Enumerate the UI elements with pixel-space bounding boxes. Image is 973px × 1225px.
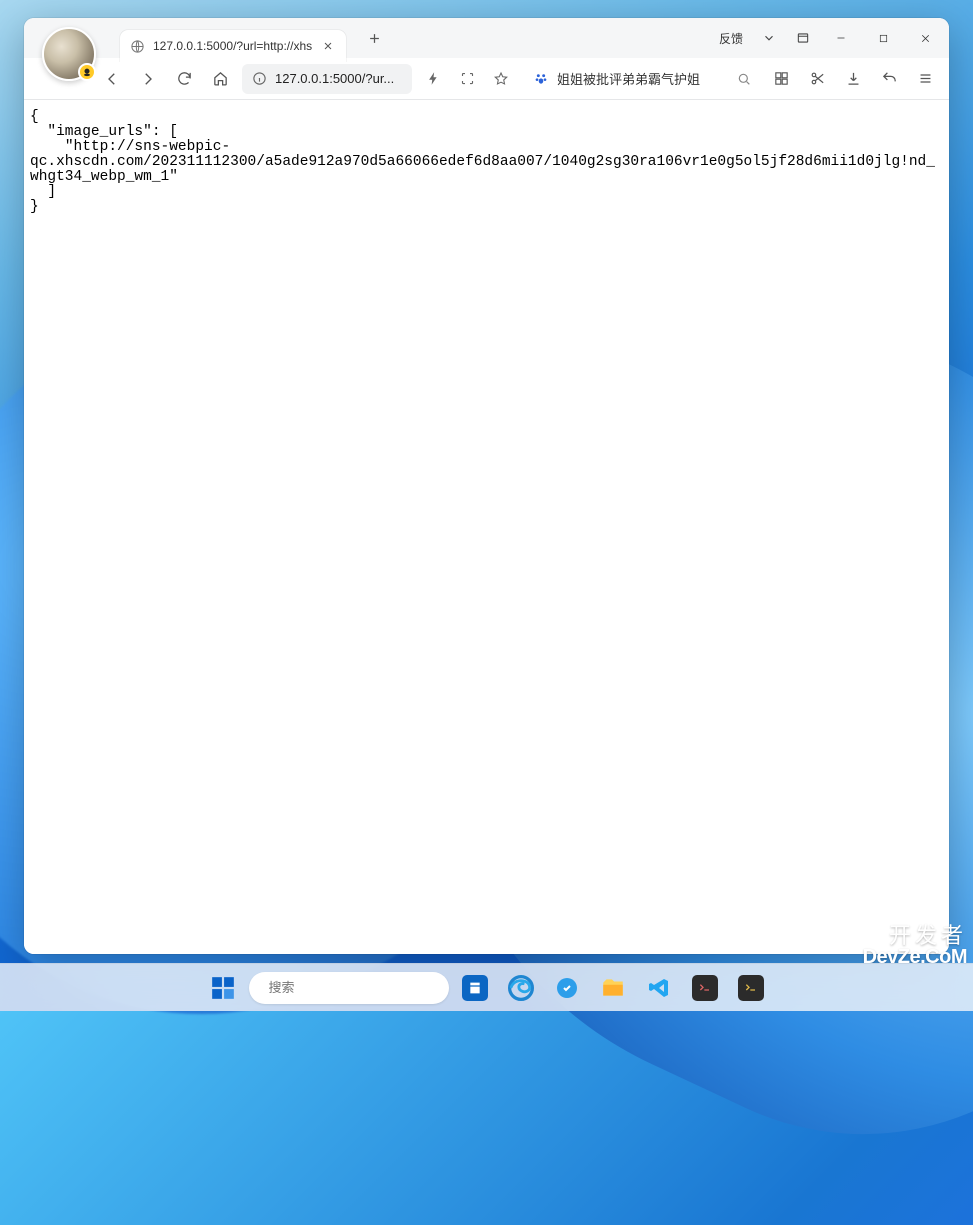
reload-button[interactable] [170, 65, 198, 93]
qq-badge-icon [78, 63, 96, 81]
browser-titlebar: 127.0.0.1:5000/?url=http://xhs 反馈 [24, 18, 949, 58]
taskbar-app-vscode[interactable] [639, 968, 679, 1008]
taskbar-app-security[interactable] [547, 968, 587, 1008]
flash-icon[interactable] [420, 66, 446, 92]
taskbar-app-edge[interactable] [501, 968, 541, 1008]
baidu-paw-icon [533, 71, 549, 87]
url-input[interactable]: 127.0.0.1:5000/?ur... [242, 64, 412, 94]
window-close-button[interactable] [905, 18, 945, 58]
windows-taskbar [0, 963, 973, 1011]
window-minimize-button[interactable] [821, 18, 861, 58]
taskbar-app-terminal-2[interactable] [731, 968, 771, 1008]
profile-avatar[interactable] [42, 27, 96, 81]
download-icon[interactable] [839, 65, 867, 93]
watermark: 开发者 DevZe.CoM [863, 925, 967, 967]
taskbar-app-terminal-1[interactable] [685, 968, 725, 1008]
feedback-button[interactable]: 反馈 [711, 30, 751, 47]
taskbar-search-input[interactable] [269, 980, 445, 995]
chevron-down-icon[interactable] [753, 24, 785, 52]
page-content: { "image_urls": [ "http://sns-webpic- qc… [24, 100, 949, 954]
scan-icon[interactable] [454, 66, 480, 92]
menu-icon[interactable] [911, 65, 939, 93]
search-suggestion-text: 姐姐被批评弟弟霸气护姐 [557, 69, 728, 88]
nav-forward-button[interactable] [134, 65, 162, 93]
search-icon[interactable] [736, 71, 752, 87]
titlebar-actions: 反馈 [711, 18, 949, 58]
star-icon[interactable] [488, 66, 514, 92]
nav-back-button[interactable] [98, 65, 126, 93]
watermark-cn: 开发者 [863, 925, 967, 947]
panel-icon[interactable] [787, 24, 819, 52]
browser-tab-active[interactable]: 127.0.0.1:5000/?url=http://xhs [120, 30, 346, 62]
browser-window: 127.0.0.1:5000/?url=http://xhs 反馈 [24, 18, 949, 954]
taskbar-search[interactable] [249, 972, 449, 1004]
json-response-text: { "image_urls": [ "http://sns-webpic- qc… [30, 110, 943, 215]
omnibox-search[interactable]: 姐姐被批评弟弟霸气护姐 [522, 64, 759, 94]
undo-icon[interactable] [875, 65, 903, 93]
home-button[interactable] [206, 65, 234, 93]
browser-address-bar: 127.0.0.1:5000/?ur... 姐姐被批评弟弟霸气护姐 [24, 58, 949, 100]
scissors-icon[interactable] [803, 65, 831, 93]
tab-close-button[interactable] [320, 38, 336, 54]
tab-title: 127.0.0.1:5000/?url=http://xhs [153, 39, 312, 53]
window-maximize-button[interactable] [863, 18, 903, 58]
url-text: 127.0.0.1:5000/?ur... [275, 71, 394, 86]
globe-icon [130, 39, 145, 54]
new-tab-button[interactable] [360, 24, 388, 52]
start-button[interactable] [203, 968, 243, 1008]
taskbar-app-store[interactable] [455, 968, 495, 1008]
site-info-icon[interactable] [252, 71, 267, 86]
extensions-icon[interactable] [767, 65, 795, 93]
taskbar-app-explorer[interactable] [593, 968, 633, 1008]
